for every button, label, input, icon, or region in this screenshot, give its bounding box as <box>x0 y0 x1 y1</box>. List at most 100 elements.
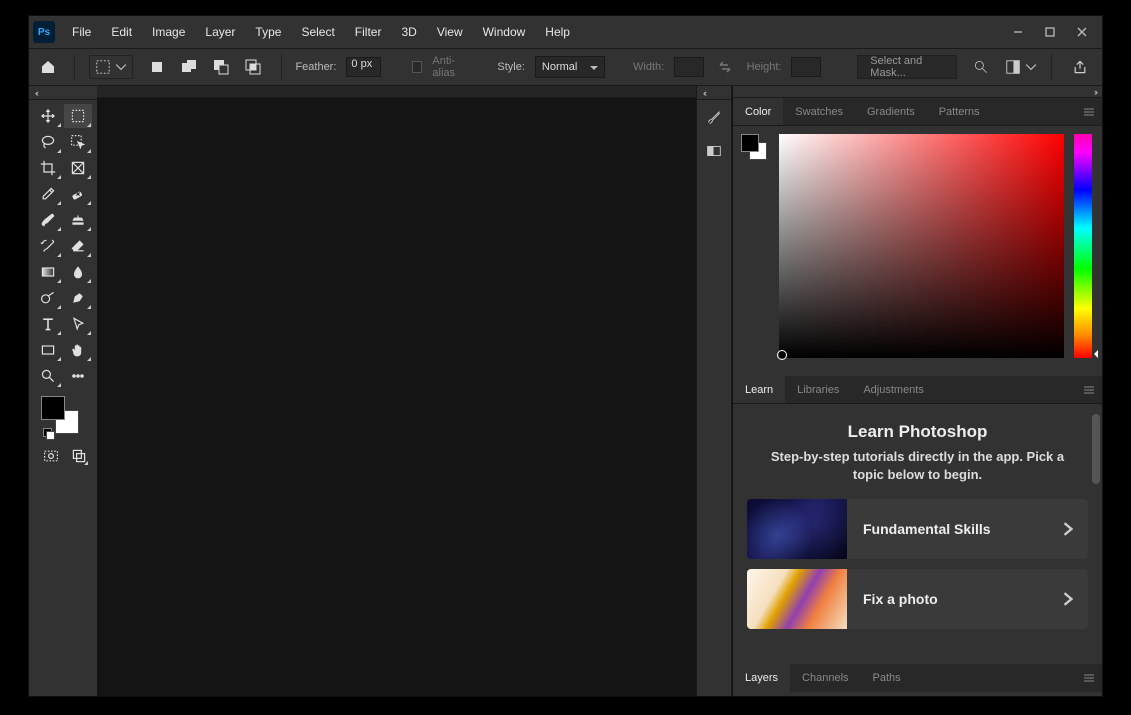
share-icon[interactable] <box>1066 53 1094 81</box>
saturation-value-field[interactable] <box>779 134 1064 358</box>
current-tool-preset[interactable] <box>89 55 133 79</box>
toolbox <box>29 100 97 696</box>
frame-tool[interactable] <box>64 156 92 180</box>
layers-panel-menu-icon[interactable] <box>1076 664 1102 692</box>
hue-slider[interactable] <box>1074 134 1092 358</box>
height-input <box>791 57 821 77</box>
select-and-mask-button[interactable]: Select and Mask... <box>857 55 957 79</box>
tutorial-label: Fix a photo <box>847 591 1048 607</box>
brush-tool[interactable] <box>34 208 62 232</box>
menu-bar: Ps FileEditImageLayerTypeSelectFilter3DV… <box>29 16 1102 48</box>
menu-select[interactable]: Select <box>292 21 343 43</box>
menu-filter[interactable]: Filter <box>346 21 391 43</box>
lasso-tool[interactable] <box>34 130 62 154</box>
menu-type[interactable]: Type <box>246 21 290 43</box>
style-label: Style: <box>497 61 525 73</box>
minimize-button[interactable] <box>1002 20 1034 44</box>
empty-canvas <box>97 98 696 696</box>
toolbox-column: ‹‹ <box>29 86 97 696</box>
color-panel-menu-icon[interactable] <box>1076 98 1102 125</box>
color-panel: ColorSwatchesGradientsPatterns <box>733 98 1102 376</box>
style-select[interactable]: Normal <box>535 56 605 78</box>
foreground-chip[interactable] <box>741 134 759 152</box>
menu-file[interactable]: File <box>63 21 100 43</box>
tutorial-card[interactable]: Fix a photo <box>747 569 1088 629</box>
learn-tab-libraries[interactable]: Libraries <box>785 376 851 403</box>
pen-tool[interactable] <box>64 286 92 310</box>
chevron-right-icon <box>1048 522 1088 536</box>
default-colors-icon[interactable] <box>43 428 53 438</box>
rectangular-marquee-tool[interactable] <box>64 104 92 128</box>
home-button[interactable] <box>37 53 60 81</box>
menu-help[interactable]: Help <box>536 21 579 43</box>
expand-strip-icon[interactable]: ‹‹ <box>703 88 705 98</box>
close-button[interactable] <box>1066 20 1098 44</box>
antialias-checkbox <box>412 61 422 73</box>
history-brush-tool[interactable] <box>34 234 62 258</box>
maximize-button[interactable] <box>1034 20 1066 44</box>
learn-subtitle: Step-by-step tutorials directly in the a… <box>747 448 1088 483</box>
gradient-tool[interactable] <box>34 260 62 284</box>
move-tool[interactable] <box>34 104 62 128</box>
selection-new-icon[interactable] <box>143 53 171 81</box>
selection-add-icon[interactable] <box>175 53 203 81</box>
layers-panel: LayersChannelsPaths <box>733 664 1102 696</box>
hand-tool[interactable] <box>64 338 92 362</box>
dodge-tool[interactable] <box>34 286 62 310</box>
learn-panel: LearnLibrariesAdjustments Learn Photosho… <box>733 376 1102 664</box>
eyedropper-tool[interactable] <box>34 182 62 206</box>
eraser-tool[interactable] <box>64 234 92 258</box>
clone-stamp-tool[interactable] <box>64 208 92 232</box>
color-tab-swatches[interactable]: Swatches <box>783 98 855 125</box>
zoom-tool[interactable] <box>34 364 62 388</box>
color-tab-color[interactable]: Color <box>733 98 783 125</box>
layers-tab-layers[interactable]: Layers <box>733 664 790 692</box>
collapsed-panel-strip: ‹‹ <box>696 86 732 696</box>
app-body: ‹‹ <box>29 86 1102 696</box>
menu-layer[interactable]: Layer <box>196 21 244 43</box>
photoshop-app-window: Ps FileEditImageLayerTypeSelectFilter3DV… <box>28 15 1103 697</box>
quick-mask-icon[interactable] <box>41 446 61 466</box>
properties-panel-icon[interactable] <box>697 134 731 168</box>
canvas-area <box>97 86 696 696</box>
menu-view[interactable]: View <box>428 21 472 43</box>
learn-scrollbar[interactable] <box>1092 414 1100 654</box>
path-selection-tool[interactable] <box>64 312 92 336</box>
blur-tool[interactable] <box>64 260 92 284</box>
tutorial-label: Fundamental Skills <box>847 521 1048 537</box>
foreground-color[interactable] <box>41 396 65 420</box>
color-tab-patterns[interactable]: Patterns <box>927 98 992 125</box>
learn-tab-learn[interactable]: Learn <box>733 376 785 403</box>
screen-mode-icon[interactable] <box>69 446 89 466</box>
menu-window[interactable]: Window <box>474 21 535 43</box>
tutorial-card[interactable]: Fundamental Skills <box>747 499 1088 559</box>
selection-subtract-icon[interactable] <box>207 53 235 81</box>
window-controls <box>1002 20 1098 44</box>
right-panel-group: ›› ColorSwatchesGradientsPatterns <box>732 86 1102 696</box>
workspace-switcher[interactable] <box>1005 59 1037 75</box>
options-bar: Feather: 0 px Anti-alias Style: Normal W… <box>29 48 1102 86</box>
menu-edit[interactable]: Edit <box>102 21 141 43</box>
learn-tab-adjustments[interactable]: Adjustments <box>851 376 936 403</box>
selection-intersect-icon[interactable] <box>239 53 267 81</box>
menu-3d[interactable]: 3D <box>392 21 425 43</box>
brushes-panel-icon[interactable] <box>697 100 731 134</box>
edit-toolbar-button[interactable] <box>64 364 92 388</box>
healing-brush-tool[interactable] <box>64 182 92 206</box>
layers-tab-paths[interactable]: Paths <box>861 664 913 692</box>
crop-tool[interactable] <box>34 156 62 180</box>
collapse-panels-icon[interactable]: ›› <box>1094 87 1096 97</box>
app-logo: Ps <box>33 21 55 43</box>
foreground-background-swatch[interactable] <box>41 396 83 436</box>
rectangle-tool[interactable] <box>34 338 62 362</box>
collapse-toolbox-icon[interactable]: ‹‹ <box>35 88 37 98</box>
color-tab-gradients[interactable]: Gradients <box>855 98 927 125</box>
object-selection-tool[interactable] <box>64 130 92 154</box>
feather-input[interactable]: 0 px <box>346 57 380 77</box>
type-tool[interactable] <box>34 312 62 336</box>
learn-panel-menu-icon[interactable] <box>1076 376 1102 403</box>
layers-tab-channels[interactable]: Channels <box>790 664 860 692</box>
search-icon[interactable] <box>967 53 995 81</box>
menu-image[interactable]: Image <box>143 21 194 43</box>
color-panel-swatch[interactable] <box>741 134 769 162</box>
